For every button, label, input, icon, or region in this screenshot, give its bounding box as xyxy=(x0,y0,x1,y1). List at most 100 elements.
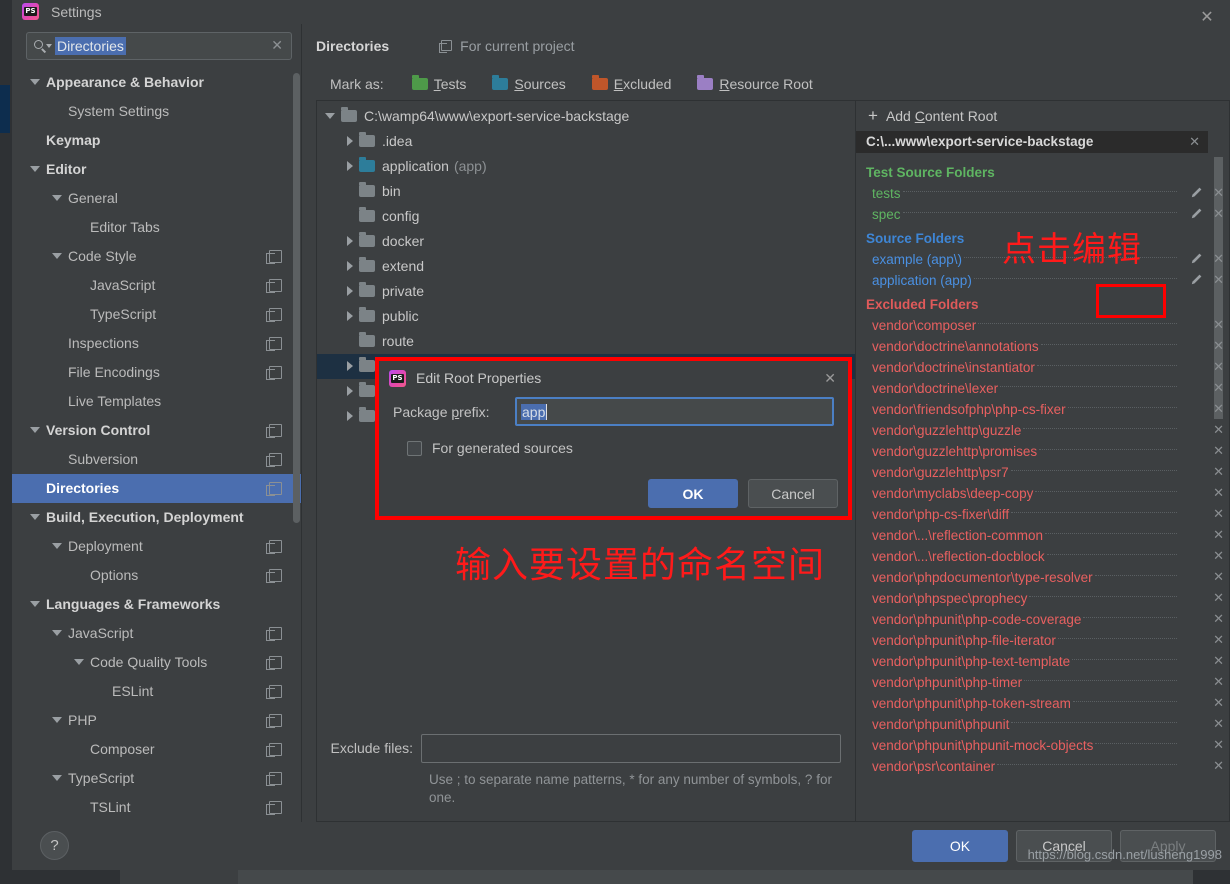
folder-row[interactable]: vendor\guzzlehttp\guzzle ✕ xyxy=(856,420,1229,441)
sidebar-item-javascript[interactable]: JavaScript xyxy=(12,619,302,648)
remove-folder-icon[interactable]: ✕ xyxy=(1213,611,1224,627)
remove-folder-icon[interactable]: ✕ xyxy=(1213,443,1224,459)
remove-folder-icon[interactable]: ✕ xyxy=(1213,338,1224,354)
edit-pencil-icon[interactable] xyxy=(1189,186,1203,200)
chevron-right-icon[interactable] xyxy=(347,161,353,172)
sidebar-item-composer[interactable]: Composer xyxy=(12,735,302,764)
sidebar-item-tslint[interactable]: TSLint xyxy=(12,793,302,822)
sidebar-item-system-settings[interactable]: System Settings xyxy=(12,97,302,126)
folder-row[interactable]: application (app) ✕ xyxy=(856,270,1229,291)
folder-row[interactable]: vendor\...\reflection-common ✕ xyxy=(856,525,1229,546)
for-current-project[interactable]: For current project xyxy=(439,38,575,54)
add-content-root-button[interactable]: + Add Content Root xyxy=(856,101,1229,131)
remove-folder-icon[interactable]: ✕ xyxy=(1213,317,1224,333)
for-generated-sources-checkbox[interactable]: For generated sources xyxy=(379,426,848,456)
chevron-right-icon[interactable] xyxy=(347,311,353,322)
folder-row[interactable]: vendor\doctrine\annotations ✕ xyxy=(856,336,1229,357)
folder-row[interactable]: vendor\phpspec\prophecy ✕ xyxy=(856,588,1229,609)
dir-row-bin[interactable]: bin xyxy=(317,179,855,204)
sidebar-item-typescript[interactable]: TypeScript xyxy=(12,300,302,329)
sidebar-item-typescript[interactable]: TypeScript xyxy=(12,764,302,793)
sidebar-item-deployment[interactable]: Deployment xyxy=(12,532,302,561)
chevron-down-icon[interactable] xyxy=(325,113,335,120)
remove-folder-icon[interactable]: ✕ xyxy=(1213,716,1224,732)
dir-row-private[interactable]: private xyxy=(317,279,855,304)
ok-button[interactable]: OK xyxy=(912,829,1008,862)
sidebar-item-languages-frameworks[interactable]: Languages & Frameworks xyxy=(12,590,302,619)
remove-folder-icon[interactable]: ✕ xyxy=(1213,674,1224,690)
dir-row-route[interactable]: route xyxy=(317,329,855,354)
remove-folder-icon[interactable]: ✕ xyxy=(1213,695,1224,711)
modal-close-icon[interactable]: ✕ xyxy=(824,370,836,387)
dir-row-public[interactable]: public xyxy=(317,304,855,329)
modal-ok-button[interactable]: OK xyxy=(648,479,738,508)
dir-row-idea[interactable]: .idea xyxy=(317,129,855,154)
remove-folder-icon[interactable]: ✕ xyxy=(1213,185,1224,201)
help-button[interactable]: ? xyxy=(40,831,69,861)
folder-row[interactable]: vendor\doctrine\instantiator ✕ xyxy=(856,357,1229,378)
sidebar-item-keymap[interactable]: Keymap xyxy=(12,126,302,155)
dir-row-c-wamp64-www-export-service-backstage[interactable]: C:\wamp64\www\export-service-backstage xyxy=(317,104,855,129)
remove-folder-icon[interactable]: ✕ xyxy=(1213,569,1224,585)
sidebar-item-live-templates[interactable]: Live Templates xyxy=(12,387,302,416)
remove-folder-icon[interactable]: ✕ xyxy=(1213,485,1224,501)
folder-row[interactable]: vendor\...\reflection-docblock ✕ xyxy=(856,546,1229,567)
checkbox-box[interactable] xyxy=(407,440,422,456)
remove-content-root-icon[interactable]: ✕ xyxy=(1189,134,1200,150)
sidebar-item-editor-tabs[interactable]: Editor Tabs xyxy=(12,213,302,242)
folder-row[interactable]: vendor\phpunit\php-token-stream ✕ xyxy=(856,693,1229,714)
remove-folder-icon[interactable]: ✕ xyxy=(1213,464,1224,480)
remove-folder-icon[interactable]: ✕ xyxy=(1213,506,1224,522)
edit-pencil-icon[interactable] xyxy=(1189,252,1203,266)
chevron-right-icon[interactable] xyxy=(347,411,353,422)
chevron-right-icon[interactable] xyxy=(347,361,353,372)
remove-folder-icon[interactable]: ✕ xyxy=(1213,527,1224,543)
sidebar-item-options[interactable]: Options xyxy=(12,561,302,590)
folder-row[interactable]: vendor\phpunit\php-code-coverage ✕ xyxy=(856,609,1229,630)
chevron-right-icon[interactable] xyxy=(347,136,353,147)
remove-folder-icon[interactable]: ✕ xyxy=(1213,653,1224,669)
edit-pencil-icon[interactable] xyxy=(1189,207,1203,221)
edit-pencil-icon[interactable] xyxy=(1189,273,1203,287)
mark-as-tests[interactable]: Tests xyxy=(411,74,466,92)
folder-row[interactable]: tests ✕ xyxy=(856,183,1229,204)
folder-row[interactable]: vendor\phpunit\phpunit-mock-objects ✕ xyxy=(856,735,1229,756)
exclude-files-input[interactable] xyxy=(421,733,841,763)
chevron-right-icon[interactable] xyxy=(347,261,353,272)
sidebar-item-editor[interactable]: Editor xyxy=(12,155,302,184)
sidebar-item-javascript[interactable]: JavaScript xyxy=(12,271,302,300)
dir-row-config[interactable]: config xyxy=(317,204,855,229)
dir-row-application[interactable]: application (app) xyxy=(317,154,855,179)
remove-folder-icon[interactable]: ✕ xyxy=(1213,380,1224,396)
sidebar-item-code-style[interactable]: Code Style xyxy=(12,242,302,271)
remove-folder-icon[interactable]: ✕ xyxy=(1213,632,1224,648)
dir-row-docker[interactable]: docker xyxy=(317,229,855,254)
dir-row-extend[interactable]: extend xyxy=(317,254,855,279)
chevron-right-icon[interactable] xyxy=(347,386,353,397)
modal-cancel-button[interactable]: Cancel xyxy=(748,479,838,508)
sidebar-item-inspections[interactable]: Inspections xyxy=(12,329,302,358)
mark-as-resource-root[interactable]: Resource Root xyxy=(697,74,813,92)
sidebar-item-general[interactable]: General xyxy=(12,184,302,213)
remove-folder-icon[interactable]: ✕ xyxy=(1213,758,1224,774)
package-prefix-input[interactable]: app xyxy=(515,397,834,426)
sidebar-item-appearance-behavior[interactable]: Appearance & Behavior xyxy=(12,68,302,97)
sidebar-item-directories[interactable]: Directories xyxy=(12,473,302,503)
chevron-right-icon[interactable] xyxy=(347,236,353,247)
remove-folder-icon[interactable]: ✕ xyxy=(1213,590,1224,606)
sidebar-item-version-control[interactable]: Version Control xyxy=(12,416,302,445)
remove-folder-icon[interactable]: ✕ xyxy=(1213,737,1224,753)
folder-row[interactable]: vendor\psr\container ✕ xyxy=(856,756,1229,777)
folder-row[interactable]: vendor\phpunit\php-timer ✕ xyxy=(856,672,1229,693)
folder-row[interactable]: vendor\php-cs-fixer\diff ✕ xyxy=(856,504,1229,525)
folder-row[interactable]: vendor\phpunit\php-file-iterator ✕ xyxy=(856,630,1229,651)
folder-row[interactable]: vendor\phpdocumentor\type-resolver ✕ xyxy=(856,567,1229,588)
sidebar-item-file-encodings[interactable]: File Encodings xyxy=(12,358,302,387)
folder-row[interactable]: vendor\guzzlehttp\promises ✕ xyxy=(856,441,1229,462)
sidebar-item-build-execution-deployment[interactable]: Build, Execution, Deployment xyxy=(12,503,302,532)
chevron-right-icon[interactable] xyxy=(347,286,353,297)
folder-row[interactable]: vendor\phpunit\phpunit ✕ xyxy=(856,714,1229,735)
mark-as-excluded[interactable]: Excluded xyxy=(591,74,671,92)
mark-as-sources[interactable]: Sources xyxy=(492,74,566,92)
clear-search-icon[interactable]: ✕ xyxy=(271,37,283,54)
